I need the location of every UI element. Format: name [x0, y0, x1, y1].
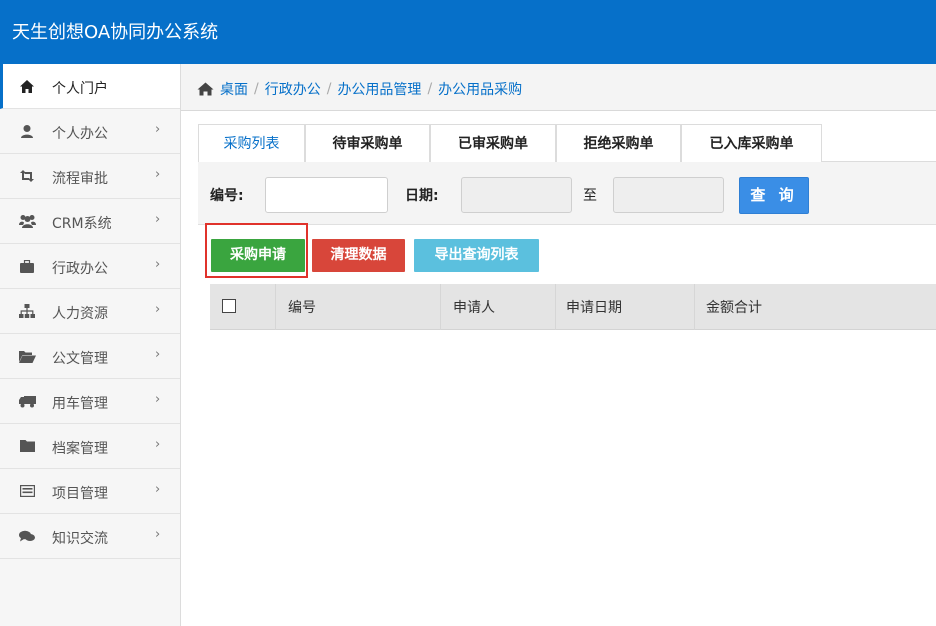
sidebar: 个人门户 个人办公 › 流程审批 › CRM系统 › 行政办公 › 人力资源 › [0, 64, 181, 626]
chevron-right-icon: › [155, 302, 161, 317]
sidebar-item-workflow[interactable]: 流程审批 › [0, 154, 180, 199]
search-panel: 编号: 日期: 至 查 询 [198, 162, 936, 225]
app-title: 天生创想OA协同办公系统 [12, 22, 219, 43]
breadcrumb-separator: / [254, 81, 259, 97]
query-button[interactable]: 查 询 [739, 177, 809, 214]
sidebar-item-label: 档案管理 [52, 441, 108, 457]
to-label: 至 [583, 188, 597, 204]
column-header-applicant[interactable]: 申请人 [453, 297, 495, 317]
sidebar-item-projects[interactable]: 项目管理 › [0, 469, 180, 514]
sidebar-item-label: 个人办公 [52, 126, 108, 142]
sidebar-item-personal-office[interactable]: 个人办公 › [0, 109, 180, 154]
chevron-right-icon: › [155, 527, 161, 542]
sidebar-item-personal-portal[interactable]: 个人门户 [0, 64, 180, 109]
sidebar-item-hr[interactable]: 人力资源 › [0, 289, 180, 334]
date-label: 日期: [405, 188, 439, 204]
comments-icon [18, 527, 36, 545]
breadcrumb-item-admin-office[interactable]: 行政办公 [265, 79, 321, 99]
breadcrumb-item-desktop[interactable]: 桌面 [220, 79, 248, 99]
table-header: 编号 申请人 申请日期 金额合计 [210, 284, 936, 330]
chevron-right-icon: › [155, 437, 161, 452]
chevron-right-icon: › [155, 482, 161, 497]
sidebar-item-crm[interactable]: CRM系统 › [0, 199, 180, 244]
chevron-right-icon: › [155, 212, 161, 227]
sidebar-item-label: 流程审批 [52, 171, 108, 187]
breadcrumb: 桌面 / 行政办公 / 办公用品管理 / 办公用品采购 [197, 79, 522, 99]
sidebar-item-label: 行政办公 [52, 261, 108, 277]
breadcrumb-item-supplies-management[interactable]: 办公用品管理 [337, 79, 421, 99]
sidebar-item-knowledge[interactable]: 知识交流 › [0, 514, 180, 559]
sidebar-item-label: 用车管理 [52, 396, 108, 412]
sidebar-item-documents[interactable]: 公文管理 › [0, 334, 180, 379]
number-input[interactable] [265, 177, 388, 213]
tab-purchase-list[interactable]: 采购列表 [198, 124, 305, 163]
sidebar-item-admin-office[interactable]: 行政办公 › [0, 244, 180, 289]
number-label: 编号: [210, 188, 244, 204]
sidebar-item-label: 人力资源 [52, 306, 108, 322]
home-icon [197, 82, 214, 96]
purchase-apply-button[interactable]: 采购申请 [211, 239, 305, 272]
column-divider [555, 284, 556, 330]
chevron-right-icon: › [155, 392, 161, 407]
breadcrumb-item-supplies-purchase[interactable]: 办公用品采购 [438, 79, 522, 99]
column-divider [275, 284, 276, 330]
column-header-total-amount[interactable]: 金额合计 [706, 297, 762, 317]
breadcrumb-separator: / [326, 81, 332, 97]
tab-stocked[interactable]: 已入库采购单 [681, 124, 822, 163]
select-all-checkbox[interactable] [222, 299, 236, 313]
chevron-right-icon: › [155, 122, 161, 137]
sidebar-item-label: 个人门户 [52, 81, 108, 97]
export-list-button[interactable]: 导出查询列表 [414, 239, 539, 272]
column-divider [694, 284, 695, 330]
chevron-right-icon: › [155, 347, 161, 362]
tab-rejected[interactable]: 拒绝采购单 [556, 124, 681, 163]
tab-pending-review[interactable]: 待审采购单 [305, 124, 430, 163]
tab-reviewed[interactable]: 已审采购单 [430, 124, 556, 163]
column-header-number[interactable]: 编号 [288, 297, 316, 317]
sidebar-item-label: 项目管理 [52, 486, 108, 502]
breadcrumb-separator: / [427, 81, 433, 97]
sitemap-icon [18, 302, 36, 320]
clear-data-button[interactable]: 清理数据 [312, 239, 405, 272]
user-icon [18, 122, 36, 140]
sidebar-item-vehicles[interactable]: 用车管理 › [0, 379, 180, 424]
top-header: 天生创想OA协同办公系统 [0, 0, 936, 64]
column-divider [440, 284, 441, 330]
sidebar-item-label: 公文管理 [52, 351, 108, 367]
date-to-input[interactable] [613, 177, 724, 213]
breadcrumb-bar: 桌面 / 行政办公 / 办公用品管理 / 办公用品采购 [181, 64, 936, 111]
date-from-input[interactable] [461, 177, 572, 213]
users-icon [18, 212, 36, 230]
home-icon [18, 77, 36, 95]
sidebar-item-archives[interactable]: 档案管理 › [0, 424, 180, 469]
retweet-icon [18, 167, 36, 185]
sidebar-item-label: 知识交流 [52, 531, 108, 547]
folder-icon [18, 437, 36, 455]
truck-icon [18, 392, 36, 410]
briefcase-icon [18, 257, 36, 275]
folder-open-icon [18, 347, 36, 365]
list-alt-icon [18, 482, 36, 500]
tab-bar: 采购列表 待审采购单 已审采购单 拒绝采购单 已入库采购单 [198, 124, 936, 163]
chevron-right-icon: › [155, 167, 161, 182]
sidebar-item-label: CRM系统 [52, 216, 112, 232]
chevron-right-icon: › [155, 257, 161, 272]
column-header-apply-date[interactable]: 申请日期 [566, 297, 622, 317]
